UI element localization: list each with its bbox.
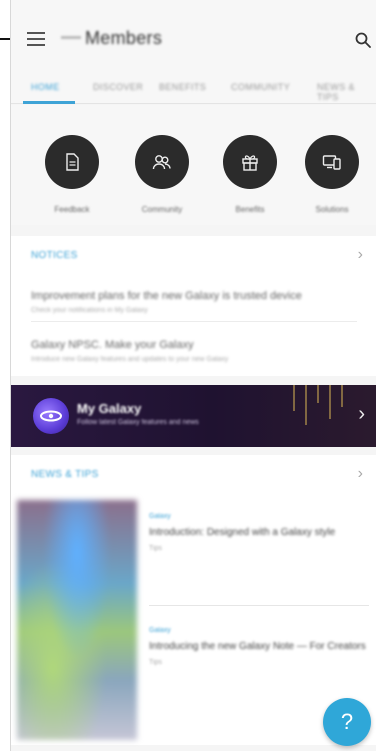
news-meta: Tips (149, 545, 162, 552)
quick-action-label: Benefits (235, 205, 265, 214)
help-button[interactable]: ? (323, 698, 371, 746)
news-title: Introduction: Designed with a Galaxy sty… (149, 527, 336, 538)
news-item[interactable]: Galaxy Introducing the new Galaxy Note —… (149, 627, 369, 666)
app-logo (61, 36, 81, 39)
divider (149, 605, 369, 606)
quick-action-label: Feedback (54, 205, 90, 214)
divider (31, 321, 357, 322)
news-category: Galaxy (149, 513, 171, 520)
chevron-right-icon[interactable]: › (358, 465, 363, 483)
notices-title[interactable]: NOTICES (31, 250, 78, 261)
galaxy-logo-icon (33, 398, 69, 434)
news-meta: Tips (149, 659, 162, 666)
notice-item-sub: Check your notifications in My Galaxy (31, 307, 148, 314)
quick-action-community[interactable]: Community (122, 135, 202, 214)
screen: Members HOME DISCOVER BENEFITS COMMUNITY… (0, 0, 376, 751)
news-thumbnail[interactable] (17, 500, 137, 740)
app-title: Members (85, 28, 163, 48)
notice-item-title[interactable]: Improvement plans for the new Galaxy is … (31, 290, 302, 302)
quick-action-feedback[interactable]: Feedback (32, 135, 112, 214)
tab-discover[interactable]: DISCOVER (93, 82, 143, 92)
notices-card: NOTICES › Improvement plans for the new … (11, 236, 376, 376)
news-title: Introducing the new Galaxy Note — For Cr… (149, 641, 366, 652)
quick-action-solutions[interactable]: Solutions (292, 135, 372, 214)
tab-bar: HOME DISCOVER BENEFITS COMMUNITY NEWS & … (11, 72, 376, 104)
document-icon (66, 153, 79, 171)
gift-icon (242, 155, 258, 171)
news-item[interactable]: Galaxy Introduction: Designed with a Gal… (149, 513, 369, 552)
banner-subtitle: Follow latest Galaxy features and news (77, 419, 199, 426)
notice-item-sub: Introduce new Galaxy features and update… (31, 356, 229, 363)
tab-home[interactable]: HOME (31, 82, 60, 92)
app-header: Members (11, 0, 376, 72)
tab-community[interactable]: COMMUNITY (231, 82, 290, 92)
people-icon (152, 155, 171, 170)
chevron-right-icon: › (358, 403, 365, 425)
app-screen: Members HOME DISCOVER BENEFITS COMMUNITY… (10, 0, 376, 751)
news-tips-title[interactable]: NEWS & TIPS (31, 469, 99, 480)
quick-actions: Feedback Community Benefits Solutions (11, 105, 376, 225)
notice-item-title[interactable]: Galaxy NPSC. Make your Galaxy (31, 339, 194, 351)
my-galaxy-banner[interactable]: My Galaxy Follow latest Galaxy features … (11, 385, 376, 447)
quick-action-benefits[interactable]: Benefits (210, 135, 290, 214)
quick-action-label: Solutions (315, 205, 349, 214)
chevron-right-icon[interactable]: › (358, 246, 363, 264)
menu-icon[interactable] (27, 32, 45, 46)
devices-icon (322, 155, 341, 170)
banner-title: My Galaxy (77, 401, 142, 416)
news-tips-card: NEWS & TIPS › Galaxy Introduction: Desig… (11, 455, 376, 745)
search-icon[interactable] (355, 32, 371, 48)
quick-action-label: Community (141, 205, 183, 214)
tab-benefits[interactable]: BENEFITS (159, 82, 206, 92)
tab-news-tips[interactable]: NEWS & TIPS (317, 82, 376, 102)
tab-indicator (23, 101, 75, 104)
news-category: Galaxy (149, 627, 171, 634)
